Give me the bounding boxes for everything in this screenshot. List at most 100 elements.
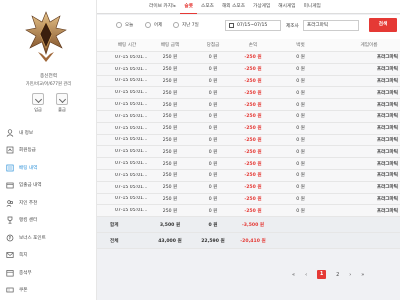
first-page-button[interactable]: «	[292, 272, 295, 278]
cell-win-amount: 0 원	[208, 173, 218, 179]
cell-win-amount: 0 원	[208, 137, 218, 143]
coin-icon: P	[6, 234, 14, 242]
cell-game-name: 프라그마틱	[376, 114, 398, 120]
cell-bet-time: 07-15 05:01...	[115, 196, 147, 202]
tab-overseas-sports[interactable]: 해외 스포츠	[218, 0, 249, 14]
calendar-icon	[6, 269, 14, 277]
total-profit-loss: -20,410 원	[240, 238, 266, 244]
sidebar-item-bet-history[interactable]: 배팅 내역	[0, 159, 97, 177]
profile-title: 종신전력	[40, 74, 57, 79]
radio-last-7-days[interactable]: 지난 7일	[173, 22, 199, 28]
tab-virtual-game[interactable]: 가상게임	[249, 0, 274, 14]
cell-profit-loss: -250 원	[244, 126, 262, 132]
cell-rolling: 0 원	[296, 173, 305, 179]
cell-profit-loss: -250 원	[244, 196, 262, 202]
header-profit-loss: 손익	[248, 43, 258, 48]
cell-bet-amount: 250 원	[162, 185, 178, 191]
date-range-field[interactable]: 07/15~07/15	[225, 20, 281, 31]
grade-icon	[6, 146, 14, 154]
cell-bet-amount: 250 원	[162, 55, 178, 61]
cell-bet-amount: 250 원	[162, 149, 178, 155]
sidebar-item-bonus-points[interactable]: P 보너스 포인트	[0, 229, 97, 247]
sidebar-item-transactions[interactable]: 입출금 내역	[0, 177, 97, 195]
cell-profit-loss: -250 원	[244, 78, 262, 84]
pagination: « ‹ 1 2 › »	[287, 270, 369, 279]
subtotal-label: 합계	[110, 222, 119, 228]
tab-sports[interactable]: 스포츠	[197, 0, 218, 14]
cell-bet-time: 07-15 05:01...	[115, 208, 147, 214]
subtotal-win: 0 원	[208, 222, 218, 228]
sidebar-item-coupon[interactable]: 쿠폰	[0, 282, 97, 300]
sidebar-item-label: 내 정보	[19, 130, 34, 136]
radio-yesterday-label: 어제	[154, 23, 163, 28]
sidebar-item-my-info[interactable]: 내 정보	[0, 124, 97, 142]
table-row: 07-15 05:01... 250 원 0 원 -250 원 0 원 프라그마틱	[97, 169, 400, 182]
table-row: 07-15 05:01... 250 원 0 원 -250 원 0 원 프라그마틱	[97, 193, 400, 206]
sidebar-nav: 내 정보 회원등급 배팅 내역 입출금 내역 지인 추천 랭킹 센터 P 보너스…	[0, 124, 97, 299]
sidebar-item-label: 지인 추천	[19, 200, 38, 206]
calendar-icon	[229, 23, 234, 28]
sidebar-item-ranking[interactable]: 랭킹 센터	[0, 212, 97, 230]
cell-game-name: 프라그마틱	[376, 102, 398, 108]
prev-page-button[interactable]: ‹	[305, 272, 307, 278]
cell-bet-amount: 250 원	[162, 114, 178, 120]
last-page-button[interactable]: »	[361, 272, 364, 278]
page-1-button[interactable]: 1	[317, 270, 327, 279]
cell-game-name: 프라그마틱	[376, 173, 398, 179]
table-row: 07-15 05:01... 250 원 0 원 -250 원 0 원 프라그마틱	[97, 52, 400, 64]
header-bet-time: 배팅 시간	[117, 43, 137, 48]
sidebar-item-label: 랭킹 센터	[19, 218, 38, 224]
cell-profit-loss: -250 원	[244, 149, 262, 155]
cell-rolling: 0 원	[296, 161, 305, 167]
tab-slot[interactable]: 슬롯	[180, 0, 198, 14]
cell-bet-time: 07-15 05:01...	[115, 184, 147, 190]
cell-bet-amount: 250 원	[162, 137, 178, 143]
deposit-icon	[32, 93, 44, 105]
message-icon	[6, 251, 14, 259]
cell-profit-loss: -250 원	[244, 208, 262, 214]
cell-win-amount: 0 원	[208, 90, 218, 96]
radio-circle-icon	[145, 22, 151, 28]
radio-today[interactable]: 오늘	[116, 22, 133, 28]
page-2-button[interactable]: 2	[336, 272, 339, 278]
cell-rolling: 0 원	[296, 78, 305, 84]
tab-mini-game[interactable]: 미니게임	[300, 0, 325, 14]
cell-win-amount: 0 원	[208, 67, 218, 73]
table-row: 07-15 05:01... 250 원 0 원 -250 원 0 원 프라그마틱	[97, 181, 400, 194]
sidebar-item-referral[interactable]: 지인 추천	[0, 194, 97, 212]
header-bet-amount: 배팅 금액	[160, 43, 180, 48]
cell-win-amount: 0 원	[208, 114, 218, 120]
tab-live-casino[interactable]: 라이브 카지노	[145, 0, 180, 14]
next-page-button[interactable]: ›	[349, 272, 351, 278]
table-row: 07-15 05:01... 250 원 0 원 -250 원 0 원 프라그마틱	[97, 87, 400, 100]
total-row: 전체 43,000 원 22,590 원 -20,410 원	[97, 233, 400, 250]
sidebar-item-label: 배팅 내역	[19, 165, 38, 171]
filter-bar: 오늘 어제 지난 7일 07/15~07/15 제조사 프라그마틱 검색	[97, 15, 400, 39]
cell-profit-loss: -250 원	[244, 55, 262, 61]
cell-rolling: 0 원	[296, 149, 305, 155]
maker-select[interactable]: 프라그마틱	[303, 20, 359, 31]
cell-profit-loss: -250 원	[244, 114, 262, 120]
cell-win-amount: 0 원	[208, 149, 218, 155]
withdraw-label: 출금	[58, 107, 66, 112]
sidebar: 종신전력 가민/비교/아/677원 관리 입금 출금 내 정보 회원등급 배팅 …	[0, 0, 97, 300]
sidebar-item-label: 충석부	[19, 270, 32, 276]
sidebar-item-grade[interactable]: 회원등급	[0, 142, 97, 160]
sidebar-item-label: 입출금 내역	[19, 183, 42, 189]
cell-profit-loss: -250 원	[244, 161, 262, 167]
sidebar-item-attendance[interactable]: 충석부	[0, 264, 97, 282]
sidebar-item-messages[interactable]: 쪽지	[0, 247, 97, 265]
cell-win-amount: 0 원	[208, 78, 218, 84]
deposit-button[interactable]: 입금	[30, 93, 46, 113]
cell-rolling: 0 원	[296, 196, 305, 202]
cell-bet-time: 07-15 05:01...	[115, 90, 147, 96]
tab-hash-game[interactable]: 해시게임	[274, 0, 299, 14]
cell-game-name: 프라그마틱	[376, 161, 398, 167]
search-button[interactable]: 검색	[369, 18, 397, 32]
radio-yesterday[interactable]: 어제	[145, 22, 162, 28]
withdraw-button[interactable]: 출금	[54, 93, 70, 113]
sidebar-item-label: 쿠폰	[19, 288, 28, 294]
bet-history-table: 배팅 시간 배팅 금액 당첨금 손익 벅벗 게임이름 07-15 05:01..…	[97, 39, 400, 250]
cell-bet-amount: 250 원	[162, 67, 178, 73]
cell-rolling: 0 원	[296, 114, 305, 120]
